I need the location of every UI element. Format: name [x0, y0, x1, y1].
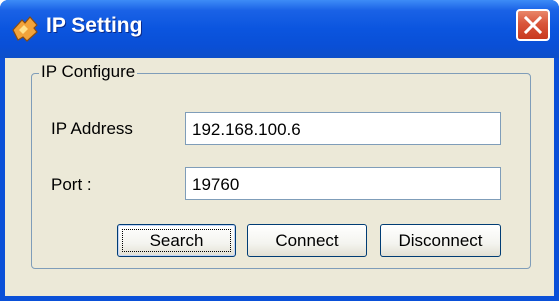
disconnect-button-label: Disconnect [398, 231, 483, 250]
group-label: IP Configure [39, 62, 138, 82]
close-button[interactable] [516, 9, 550, 41]
ip-setting-window: IP Setting IP Configure IP Address 192.1… [0, 0, 559, 301]
port-label: Port : [51, 175, 92, 194]
dialog-client-area: IP Configure IP Address 192.168.100.6 Po… [5, 58, 554, 296]
connect-button[interactable]: Connect [247, 224, 367, 257]
focus-ring [122, 229, 231, 252]
connect-button-label: Connect [275, 231, 339, 250]
title-bar[interactable]: IP Setting [0, 0, 559, 58]
ip-address-input[interactable]: 192.168.100.6 [185, 112, 501, 145]
app-icon [10, 14, 40, 44]
window-title: IP Setting [46, 14, 143, 37]
disconnect-button[interactable]: Disconnect [380, 224, 501, 257]
ip-address-label: IP Address [51, 119, 133, 138]
close-icon [523, 15, 543, 35]
port-input[interactable]: 19760 [185, 167, 501, 200]
search-button[interactable]: Search [117, 224, 236, 257]
